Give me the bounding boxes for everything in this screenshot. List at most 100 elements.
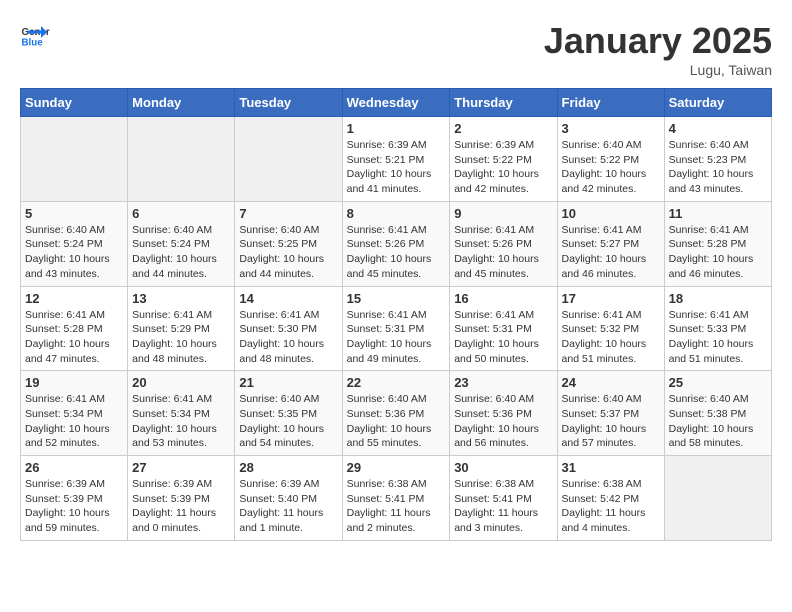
calendar-cell: 8 Sunrise: 6:41 AMSunset: 5:26 PMDaylight… [342, 201, 450, 286]
day-number: 16 [454, 291, 552, 306]
calendar-cell: 15 Sunrise: 6:41 AMSunset: 5:31 PMDayligh… [342, 286, 450, 371]
day-info: Sunrise: 6:40 AMSunset: 5:24 PMDaylight:… [132, 223, 230, 282]
weekday-header-row: SundayMondayTuesdayWednesdayThursdayFrid… [21, 89, 772, 117]
day-info: Sunrise: 6:38 AMSunset: 5:41 PMDaylight:… [454, 477, 552, 536]
logo: General Blue [20, 20, 50, 50]
day-number: 20 [132, 375, 230, 390]
calendar-week-1: 1 Sunrise: 6:39 AMSunset: 5:21 PMDaylight… [21, 117, 772, 202]
day-number: 10 [562, 206, 660, 221]
day-info: Sunrise: 6:39 AMSunset: 5:40 PMDaylight:… [239, 477, 337, 536]
calendar-cell: 3 Sunrise: 6:40 AMSunset: 5:22 PMDaylight… [557, 117, 664, 202]
weekday-header-sunday: Sunday [21, 89, 128, 117]
calendar-cell: 28 Sunrise: 6:39 AMSunset: 5:40 PMDayligh… [235, 456, 342, 541]
day-number: 3 [562, 121, 660, 136]
day-info: Sunrise: 6:40 AMSunset: 5:38 PMDaylight:… [669, 392, 767, 451]
calendar-cell: 4 Sunrise: 6:40 AMSunset: 5:23 PMDaylight… [664, 117, 771, 202]
calendar-cell [235, 117, 342, 202]
day-number: 27 [132, 460, 230, 475]
calendar-cell: 26 Sunrise: 6:39 AMSunset: 5:39 PMDayligh… [21, 456, 128, 541]
day-info: Sunrise: 6:41 AMSunset: 5:31 PMDaylight:… [347, 308, 446, 367]
weekday-header-wednesday: Wednesday [342, 89, 450, 117]
calendar-cell: 29 Sunrise: 6:38 AMSunset: 5:41 PMDayligh… [342, 456, 450, 541]
day-info: Sunrise: 6:41 AMSunset: 5:30 PMDaylight:… [239, 308, 337, 367]
calendar-cell: 25 Sunrise: 6:40 AMSunset: 5:38 PMDayligh… [664, 371, 771, 456]
day-info: Sunrise: 6:41 AMSunset: 5:29 PMDaylight:… [132, 308, 230, 367]
day-info: Sunrise: 6:40 AMSunset: 5:36 PMDaylight:… [454, 392, 552, 451]
day-info: Sunrise: 6:40 AMSunset: 5:25 PMDaylight:… [239, 223, 337, 282]
weekday-header-saturday: Saturday [664, 89, 771, 117]
day-info: Sunrise: 6:39 AMSunset: 5:39 PMDaylight:… [132, 477, 230, 536]
title-block: January 2025 Lugu, Taiwan [544, 20, 772, 78]
day-number: 2 [454, 121, 552, 136]
day-info: Sunrise: 6:40 AMSunset: 5:22 PMDaylight:… [562, 138, 660, 197]
day-number: 28 [239, 460, 337, 475]
calendar-cell: 18Sunrise: 6:41 AMSunset: 5:33 PMDayligh… [664, 286, 771, 371]
day-info: Sunrise: 6:39 AMSunset: 5:21 PMDaylight:… [347, 138, 446, 197]
weekday-header-friday: Friday [557, 89, 664, 117]
weekday-header-monday: Monday [128, 89, 235, 117]
calendar-cell: 24 Sunrise: 6:40 AMSunset: 5:37 PMDayligh… [557, 371, 664, 456]
calendar-cell: 22 Sunrise: 6:40 AMSunset: 5:36 PMDayligh… [342, 371, 450, 456]
page-header: General Blue January 2025 Lugu, Taiwan [20, 20, 772, 78]
calendar-cell: 1 Sunrise: 6:39 AMSunset: 5:21 PMDaylight… [342, 117, 450, 202]
day-info: Sunrise: 6:41 AMSunset: 5:31 PMDaylight:… [454, 308, 552, 367]
day-number: 8 [347, 206, 446, 221]
day-number: 25 [669, 375, 767, 390]
day-number: 26 [25, 460, 123, 475]
calendar-week-5: 26 Sunrise: 6:39 AMSunset: 5:39 PMDayligh… [21, 456, 772, 541]
calendar-cell [128, 117, 235, 202]
day-number: 19 [25, 375, 123, 390]
calendar-cell: 30 Sunrise: 6:38 AMSunset: 5:41 PMDayligh… [450, 456, 557, 541]
calendar-cell: 31Sunrise: 6:38 AMSunset: 5:42 PMDayligh… [557, 456, 664, 541]
day-number: 22 [347, 375, 446, 390]
location-subtitle: Lugu, Taiwan [544, 62, 772, 78]
day-number: 17 [562, 291, 660, 306]
day-info: Sunrise: 6:41 AMSunset: 5:32 PMDaylight:… [562, 308, 660, 367]
day-number: 9 [454, 206, 552, 221]
day-number: 21 [239, 375, 337, 390]
logo-icon: General Blue [20, 20, 50, 50]
day-info: Sunrise: 6:40 AMSunset: 5:23 PMDaylight:… [669, 138, 767, 197]
day-number: 30 [454, 460, 552, 475]
day-number: 5 [25, 206, 123, 221]
day-info: Sunrise: 6:40 AMSunset: 5:37 PMDaylight:… [562, 392, 660, 451]
day-number: 31 [562, 460, 660, 475]
day-info: Sunrise: 6:40 AMSunset: 5:35 PMDaylight:… [239, 392, 337, 451]
calendar-cell: 10 Sunrise: 6:41 AMSunset: 5:27 PMDayligh… [557, 201, 664, 286]
calendar-cell: 9Sunrise: 6:41 AMSunset: 5:26 PMDaylight… [450, 201, 557, 286]
day-info: Sunrise: 6:40 AMSunset: 5:36 PMDaylight:… [347, 392, 446, 451]
day-info: Sunrise: 6:41 AMSunset: 5:26 PMDaylight:… [347, 223, 446, 282]
day-number: 15 [347, 291, 446, 306]
calendar-week-3: 12Sunrise: 6:41 AMSunset: 5:28 PMDayligh… [21, 286, 772, 371]
calendar-cell [21, 117, 128, 202]
calendar-cell: 21 Sunrise: 6:40 AMSunset: 5:35 PMDayligh… [235, 371, 342, 456]
day-number: 29 [347, 460, 446, 475]
day-number: 6 [132, 206, 230, 221]
calendar-cell: 12Sunrise: 6:41 AMSunset: 5:28 PMDayligh… [21, 286, 128, 371]
calendar-cell: 11 Sunrise: 6:41 AMSunset: 5:28 PMDayligh… [664, 201, 771, 286]
day-info: Sunrise: 6:38 AMSunset: 5:41 PMDaylight:… [347, 477, 446, 536]
day-info: Sunrise: 6:39 AMSunset: 5:39 PMDaylight:… [25, 477, 123, 536]
day-number: 1 [347, 121, 446, 136]
day-info: Sunrise: 6:41 AMSunset: 5:28 PMDaylight:… [25, 308, 123, 367]
day-number: 4 [669, 121, 767, 136]
day-number: 13 [132, 291, 230, 306]
calendar-cell: 17 Sunrise: 6:41 AMSunset: 5:32 PMDayligh… [557, 286, 664, 371]
calendar-cell [664, 456, 771, 541]
day-info: Sunrise: 6:40 AMSunset: 5:24 PMDaylight:… [25, 223, 123, 282]
calendar-cell: 7Sunrise: 6:40 AMSunset: 5:25 PMDaylight… [235, 201, 342, 286]
calendar-cell: 23Sunrise: 6:40 AMSunset: 5:36 PMDayligh… [450, 371, 557, 456]
svg-text:Blue: Blue [22, 38, 44, 49]
calendar-table: SundayMondayTuesdayWednesdayThursdayFrid… [20, 88, 772, 541]
day-info: Sunrise: 6:41 AMSunset: 5:34 PMDaylight:… [25, 392, 123, 451]
day-number: 18 [669, 291, 767, 306]
calendar-cell: 19 Sunrise: 6:41 AMSunset: 5:34 PMDayligh… [21, 371, 128, 456]
day-info: Sunrise: 6:41 AMSunset: 5:27 PMDaylight:… [562, 223, 660, 282]
calendar-cell: 27 Sunrise: 6:39 AMSunset: 5:39 PMDayligh… [128, 456, 235, 541]
calendar-cell: 5 Sunrise: 6:40 AMSunset: 5:24 PMDaylight… [21, 201, 128, 286]
month-title: January 2025 [544, 20, 772, 62]
day-number: 11 [669, 206, 767, 221]
day-info: Sunrise: 6:41 AMSunset: 5:28 PMDaylight:… [669, 223, 767, 282]
day-number: 24 [562, 375, 660, 390]
calendar-cell: 13 Sunrise: 6:41 AMSunset: 5:29 PMDayligh… [128, 286, 235, 371]
